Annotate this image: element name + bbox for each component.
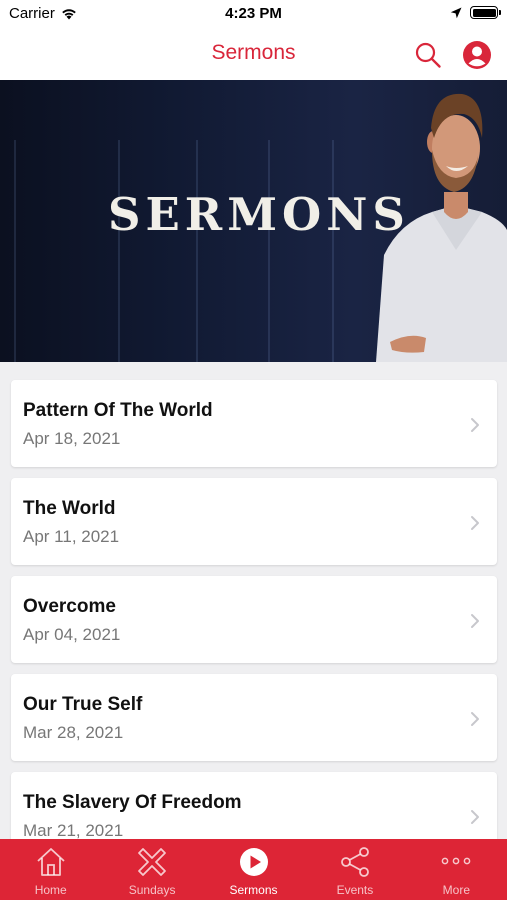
sermon-list-item[interactable]: The World Apr 11, 2021 [11,478,497,565]
tab-home[interactable]: Home [0,839,101,900]
home-icon [37,848,65,876]
tab-sundays[interactable]: Sundays [101,839,202,900]
chevron-right-icon [471,418,479,432]
battery-icon [470,6,501,19]
status-right [450,6,501,19]
tab-more[interactable]: More [406,839,507,900]
profile-icon[interactable] [462,40,492,70]
hero-banner: SERMONS [0,80,507,362]
sermon-list-item[interactable]: Our True Self Mar 28, 2021 [11,674,497,761]
sermon-date: Mar 21, 2021 [23,821,124,840]
tab-label: Events [336,883,374,897]
sermon-date: Mar 28, 2021 [23,723,124,742]
more-icon [441,857,471,865]
share-icon [341,847,369,877]
tab-bar: Home Sundays Sermons Events More [0,839,507,900]
sermon-title: Pattern Of The World [23,400,213,421]
search-icon[interactable] [414,41,442,69]
tab-label: Sermons [229,883,278,897]
location-arrow-icon [450,7,462,18]
play-icon [239,848,268,876]
sermon-title: The Slavery Of Freedom [23,792,242,813]
navigation-bar: Sermons [0,30,507,80]
tab-sermons[interactable]: Sermons [203,839,304,900]
sermon-title: The World [23,498,116,519]
cross-icon [138,848,167,876]
sermon-list-item[interactable]: Pattern Of The World Apr 18, 2021 [11,380,497,467]
tab-events[interactable]: Events [304,839,405,900]
status-time: 4:23 PM [225,5,282,22]
tab-label: Home [34,883,67,897]
sermon-list-item[interactable]: Overcome Apr 04, 2021 [11,576,497,663]
sermon-date: Apr 11, 2021 [23,527,120,546]
sermon-title: Overcome [23,596,116,617]
status-bar: Carrier 4:23 PM [0,0,507,30]
chevron-right-icon [471,516,479,530]
tab-label: Sundays [128,883,176,897]
tab-label: More [442,883,470,897]
sermon-title: Our True Self [23,694,143,715]
chevron-right-icon [471,810,479,824]
hero-title: SERMONS [108,188,410,241]
speaker-photo [376,93,507,362]
chevron-right-icon [471,614,479,628]
sermon-date: Apr 04, 2021 [23,625,121,644]
chevron-right-icon [471,712,479,726]
sermon-date: Apr 18, 2021 [23,429,121,448]
